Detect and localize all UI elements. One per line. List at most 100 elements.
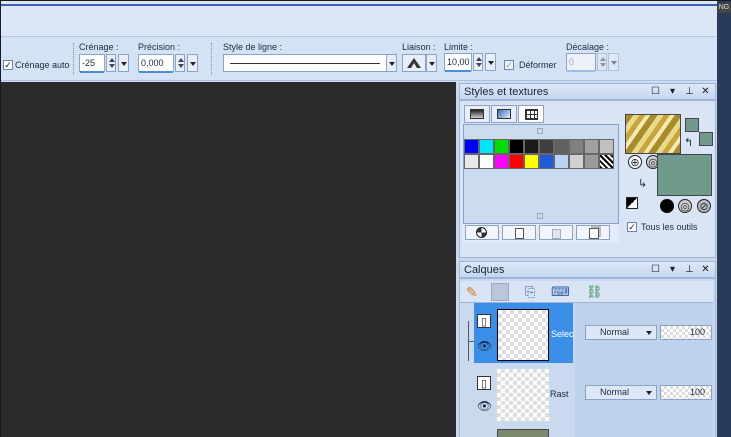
decalage-focus-bar [567,70,595,72]
tous-les-outils-checkbox[interactable]: ✓ [627,222,637,232]
trash-icon [552,229,561,239]
library-selector-button[interactable] [465,225,499,240]
calques-panel-header[interactable]: Calques ☐ ▾ ⊥ ✕ [459,261,716,278]
panel-restore-icon[interactable]: ☐ [650,86,661,97]
panel-menu-icon[interactable]: ▾ [667,264,678,275]
swap-arrow-icon[interactable]: ↳ [638,177,647,190]
decalage-input[interactable]: 0 [566,53,596,71]
layer-thumbnail[interactable] [497,309,549,361]
copy-icon [589,228,599,239]
new-swatch-button[interactable] [502,225,536,240]
opacity-slider[interactable]: 100 [660,385,712,400]
crenage-label: Crénage : [79,42,119,52]
color-swatch[interactable] [554,139,569,154]
pattern-mode-icon[interactable]: ⊘ [697,199,711,213]
title-accent-line [1,4,717,6]
swatch-scroll-marker [537,128,543,134]
decalage-spinner[interactable] [597,53,607,71]
line-style-dropdown[interactable] [386,54,397,72]
toolbar-separator [73,43,75,75]
visibility-eye-icon[interactable]: 👁 [477,339,492,353]
crenage-dropdown[interactable] [118,54,129,72]
gradient-icon [470,109,484,119]
color-swatch[interactable] [569,154,584,169]
tous-les-outils-label: Tous les outils [641,222,698,232]
image-canvas[interactable] [1,82,456,437]
decalage-dropdown[interactable] [608,53,619,71]
panel-pin-icon[interactable]: ⊥ [684,264,695,275]
layer-name: Selec [551,329,574,339]
color-swatch[interactable] [479,154,494,169]
foreground-texture-well[interactable] [625,114,681,154]
tab-pattern[interactable] [491,105,517,123]
layer-properties-icon[interactable]: ⎘ [525,283,543,301]
crenage-auto-checkbox[interactable]: ✓ [3,60,13,70]
color-swatch[interactable] [494,139,509,154]
color-swatch[interactable] [524,139,539,154]
pattern-swatch[interactable] [599,154,614,169]
limite-dropdown[interactable] [485,53,496,71]
color-swatch[interactable] [539,139,554,154]
precision-dropdown[interactable] [187,54,198,72]
liaison-dropdown[interactable] [426,54,437,72]
color-swatch[interactable] [509,154,524,169]
paint-brush-icon[interactable]: ✎ [466,283,484,301]
blend-mode-select[interactable]: Normal [585,325,657,340]
new-document-icon [515,228,524,239]
precision-spinner[interactable] [175,54,185,72]
opacity-slider[interactable]: 100 [660,325,712,340]
liaison-select[interactable] [402,54,426,72]
mask-icon[interactable] [491,283,509,301]
color-swatch[interactable] [569,139,584,154]
visibility-eye-icon[interactable]: 👁 [477,399,492,413]
color-swatch[interactable] [524,154,539,169]
deformer-label: Déformer [519,60,557,70]
swatch-options-button[interactable] [576,225,610,240]
panel-close-icon[interactable]: ✕ [700,86,711,97]
tab-swatches[interactable] [518,105,544,123]
color-swatch[interactable] [539,154,554,169]
delete-swatch-button[interactable] [539,225,573,240]
styles-panel-title: Styles et textures [464,86,549,98]
deformer-checkbox[interactable]: ✓ [504,60,514,70]
color-swatch[interactable] [494,154,509,169]
color-swatch[interactable] [509,139,524,154]
reset-colors-icon[interactable] [626,197,638,209]
crenage-input[interactable]: -25 [79,54,105,72]
crenage-spinner[interactable] [106,54,116,72]
gradient-mode-icon[interactable]: ◎ [678,199,692,213]
color-swatch[interactable] [554,154,569,169]
color-swatch[interactable] [464,139,479,154]
styles-panel-header[interactable]: Styles et textures ☐ ▾ ⊥ ✕ [459,83,716,100]
color-swatch[interactable] [584,154,599,169]
color-swatch[interactable] [464,154,479,169]
color-mode-icon[interactable]: ⊕ [628,155,642,169]
color-swatch[interactable] [599,139,614,154]
panel-close-icon[interactable]: ✕ [700,264,711,275]
panel-restore-icon[interactable]: ☐ [650,264,661,275]
swap-colors-icon[interactable]: ↰ [684,136,693,149]
blend-mode-select[interactable]: Normal [585,385,657,400]
tab-gradient[interactable] [464,105,490,123]
crenage-focus-bar [80,71,104,73]
color-mode-icon[interactable] [660,199,674,213]
layer-thumbnail[interactable] [497,369,549,421]
layer-thumbnail-partial[interactable] [497,429,549,437]
panel-menu-icon[interactable]: ▾ [667,86,678,97]
line-style-label: Style de ligne : [223,42,283,52]
link-layers-icon[interactable]: ⛓ [586,283,604,301]
foreground-mini-swatch[interactable] [685,118,699,132]
limite-input[interactable]: 10,00 [444,53,472,71]
panel-pin-icon[interactable]: ⊥ [684,86,695,97]
tree-connector [468,321,469,361]
color-swatch[interactable] [479,139,494,154]
limite-spinner[interactable] [473,53,483,71]
color-swatch[interactable] [584,139,599,154]
precision-input[interactable]: 0,000 [138,54,174,72]
layer-edit-icon[interactable]: ⌨ [551,283,570,301]
solid-line-preview [230,63,380,64]
line-style-select[interactable] [223,54,397,72]
pattern-icon [497,109,511,119]
background-color-well[interactable] [657,154,712,196]
background-mini-swatch[interactable] [699,132,713,146]
